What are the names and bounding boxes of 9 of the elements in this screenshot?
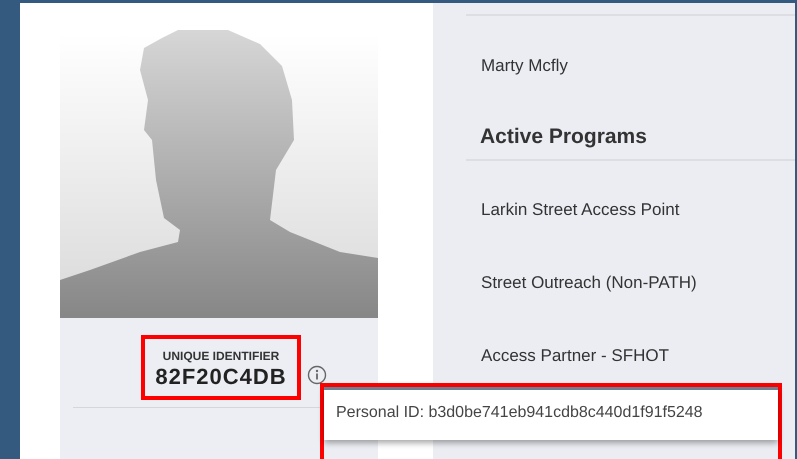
program-item: Larkin Street Access Point [481, 200, 680, 221]
client-name: Marty Mcfly [481, 56, 569, 76]
tooltip: Personal ID: b3d0be741eb941cdb8c440d1f91f5248 [324, 387, 778, 440]
program-item: Street Outreach (Non-PATH) [481, 273, 698, 294]
section-heading: Active Programs [480, 125, 648, 149]
program-item: Access Partner - SFHOT [481, 346, 670, 367]
identifier-label: UNIQUE IDENTIFIER [162, 349, 280, 363]
info-icon[interactable] [306, 364, 327, 384]
identifier-value: 82F20C4DB [155, 364, 287, 390]
